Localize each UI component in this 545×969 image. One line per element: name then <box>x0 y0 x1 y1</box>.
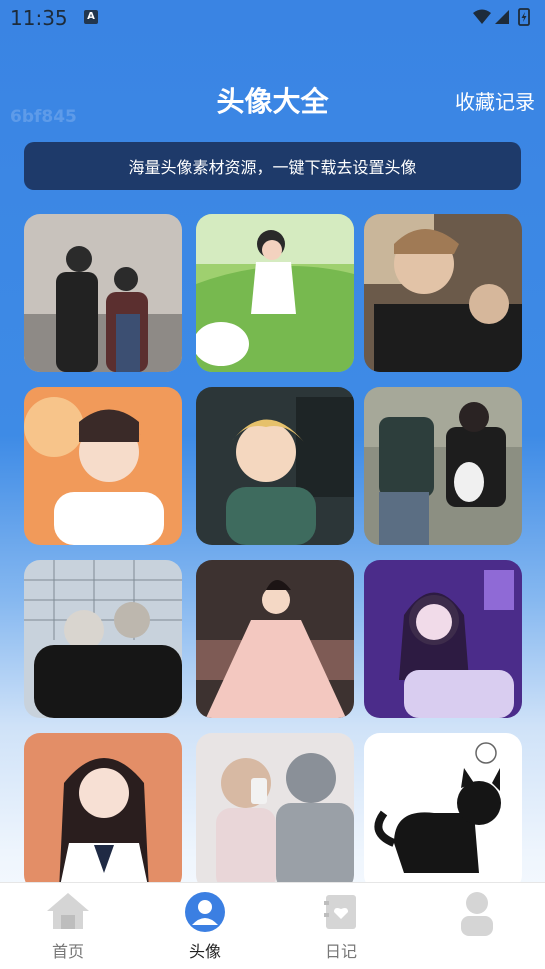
info-banner: 海量头像素材资源，一键下载去设置头像 <box>24 142 521 190</box>
profile-icon <box>457 891 497 941</box>
avatar-tile-anime-sailor[interactable] <box>24 733 182 891</box>
status-time: 11:35 <box>10 6 68 30</box>
tab-profile[interactable] <box>427 883 527 969</box>
tab-diary[interactable]: 日记 <box>291 883 391 969</box>
home-icon <box>45 891 91 935</box>
wifi-icon <box>473 9 491 24</box>
tab-avatar[interactable]: 头像 <box>155 883 255 969</box>
avatar-icon <box>184 891 226 937</box>
tab-home[interactable]: 首页 <box>18 883 118 969</box>
tab-home-label: 首页 <box>51 942 84 961</box>
avatar-tile-anime-boy-blond[interactable] <box>196 387 354 545</box>
avatar-tile-couple-bench[interactable] <box>364 387 522 545</box>
a-icon: A <box>84 10 98 24</box>
avatar-tile-anime-girl-field[interactable] <box>196 214 354 372</box>
status-bar: 11:35 A <box>0 0 545 36</box>
avatar-tile-boy-glasses[interactable] <box>364 214 522 372</box>
avatar-tile-girl-neon[interactable] <box>364 560 522 718</box>
avatar-tile-couple-mirror[interactable] <box>196 733 354 891</box>
signal-icon <box>495 10 509 24</box>
tab-avatar-label: 头像 <box>188 942 221 961</box>
tab-diary-label: 日记 <box>324 942 357 961</box>
status-icons <box>471 7 533 31</box>
avatar-tile-anime-boy-sunset[interactable] <box>24 387 182 545</box>
diary-icon <box>324 891 358 935</box>
banner-text: 海量头像素材资源，一键下载去设置头像 <box>128 158 417 177</box>
avatar-tile-girls-hugging[interactable] <box>24 560 182 718</box>
tab-bar: 首页 头像 日记 <box>0 882 545 969</box>
avatar-tile-black-cat[interactable] <box>364 733 522 891</box>
favorites-button[interactable]: 收藏记录 <box>455 86 535 115</box>
avatar-tile-couple-street[interactable] <box>24 214 182 372</box>
avatar-tile-princess-dress[interactable] <box>196 560 354 718</box>
